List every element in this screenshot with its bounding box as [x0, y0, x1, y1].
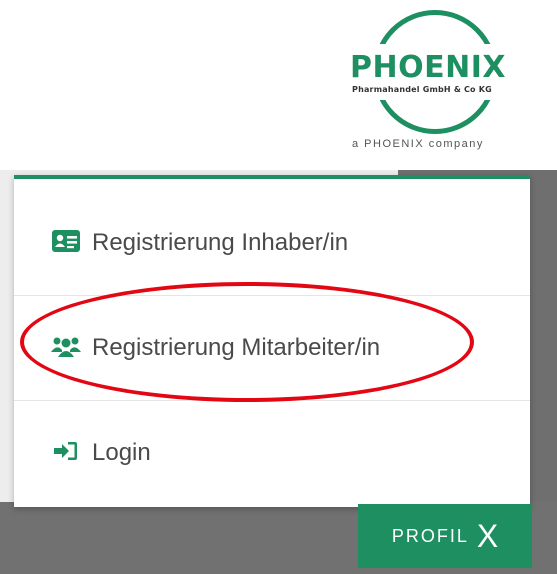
logo-tagline: a PHOENIX company [352, 138, 484, 150]
sign-in-icon [50, 441, 82, 466]
menu-item-registrierung-inhaber[interactable]: Registrierung Inhaber/in [14, 191, 530, 296]
profil-label: PROFIL [391, 525, 469, 546]
profil-close-button[interactable]: PROFIL X [358, 504, 532, 568]
highlight-ellipse [20, 282, 474, 402]
menu-item-label: Login [92, 439, 151, 466]
logo-subtitle: Pharmahandel GmbH & Co KG [352, 85, 492, 94]
id-card-icon [50, 229, 82, 257]
menu-item-login[interactable]: Login [14, 401, 530, 505]
menu-item-label: Registrierung Inhaber/in [92, 229, 349, 256]
logo-brand: PHOENIX [350, 50, 506, 85]
phoenix-logo: PHOENIX Pharmahandel GmbH & Co KG a PHOE… [346, 10, 536, 160]
close-icon: X [476, 518, 499, 554]
